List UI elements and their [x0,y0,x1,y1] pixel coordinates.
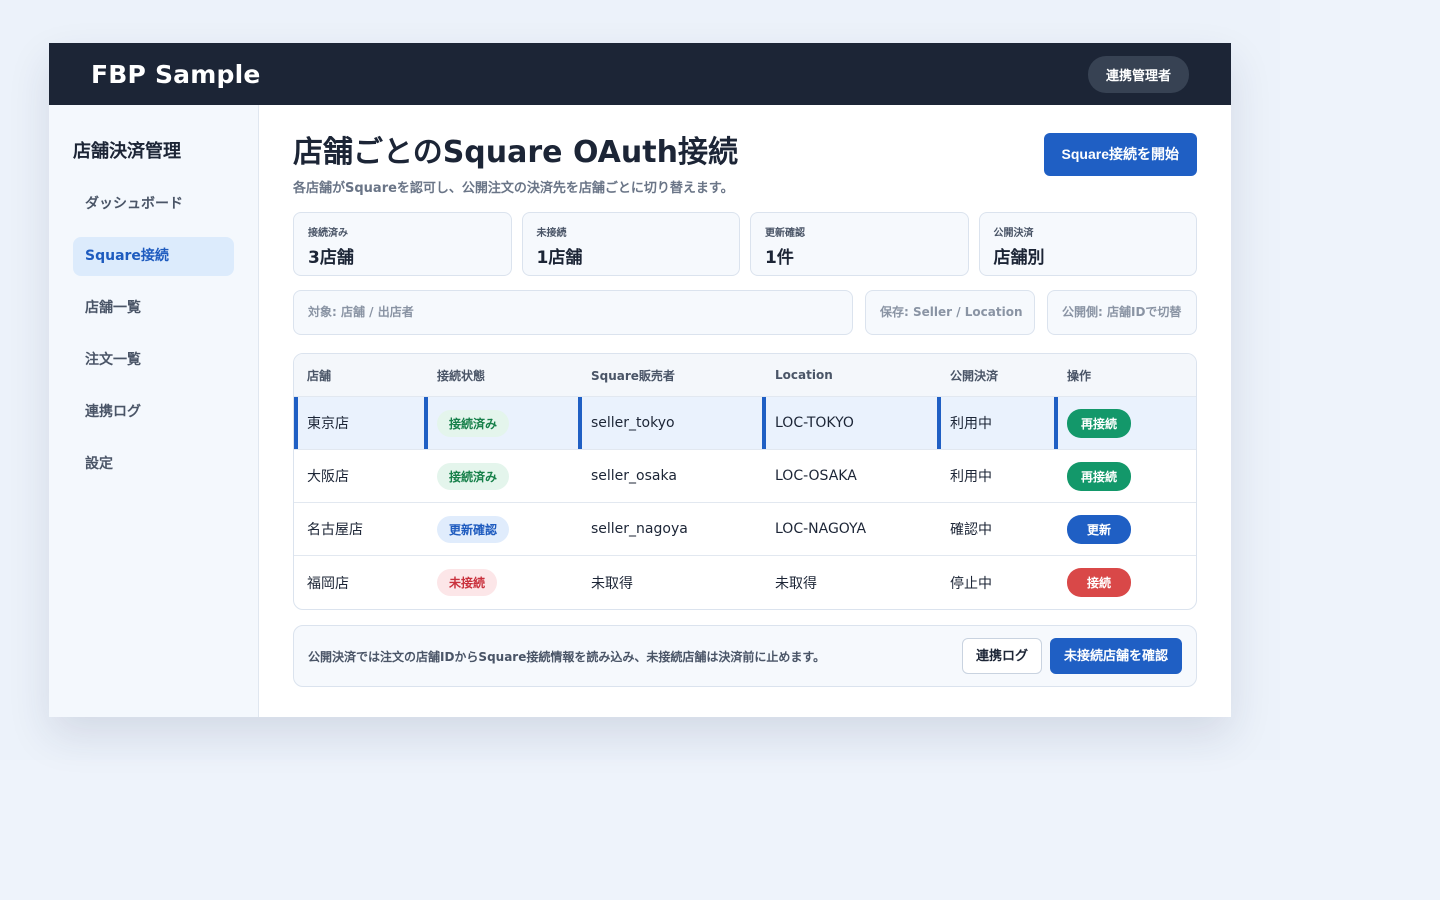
sidebar-title: 店舗決済管理 [73,141,181,162]
stat-value: 3店舗 [308,248,354,268]
top-bar: FBP Sample 連携管理者 [49,43,1231,105]
sidebar-item-store-list[interactable]: 店舗一覧 [73,289,234,328]
seller-cell: seller_tokyo [578,397,762,449]
main-content: 店舗ごとのSquare OAuth接続 各店舗がSquareを認可し、公開注文の… [259,105,1231,717]
sidebar-item-order-list[interactable]: 注文一覧 [73,341,234,380]
location-cell: LOC-TOKYO [762,397,937,449]
integration-log-button[interactable]: 連携ログ [961,638,1042,674]
location-cell: LOC-NAGOYA [775,521,867,537]
connection-table: 店舗 接続状態 Square販売者 Location 公開決済 操作 東京店 接… [293,353,1197,610]
seller-cell: seller_osaka [591,468,677,484]
seller-cell: seller_nagoya [591,521,688,537]
public-side-filter-field[interactable]: 公開側: 店舗IDで切替 [1047,290,1197,335]
status-badge: 更新確認 [437,515,510,543]
location-cell: LOC-OSAKA [775,468,857,484]
location-cell: 未取得 [775,575,817,592]
stat-value: 1件 [765,248,794,268]
reconnect-button[interactable]: 再接続 [1067,408,1131,438]
table-row[interactable]: 東京店 接続済み seller_tokyo LOC-TOKYO 利用中 再接続 [294,397,1196,450]
sidebar-item-dashboard[interactable]: ダッシュボード [73,185,234,224]
column-header-store: 店舗 [307,368,332,383]
seller-cell: 未取得 [591,575,633,592]
payment-cell: 確認中 [950,522,992,538]
payment-cell: 利用中 [950,469,992,485]
footer-bar: 公開決済では注文の店舗IDからSquare接続情報を読み込み、未接続店舗は決済前… [293,625,1197,687]
table-row[interactable]: 福岡店 未接続 未取得 未取得 停止中 接続 [294,556,1196,609]
stat-value: 店舗別 [993,248,1045,268]
payment-cell: 停止中 [950,575,992,592]
column-header-action: 操作 [1067,368,1092,383]
filter-row: 対象: 店舗 / 出店者 保存: Seller / Location 公開側: … [293,290,1197,335]
stat-label: 公開決済 [993,228,1034,239]
sidebar-item-square-connection[interactable]: Square接続 [73,237,234,276]
column-header-location: Location [775,368,833,382]
column-header-payment: 公開決済 [950,368,999,383]
reconnect-button[interactable]: 再接続 [1067,461,1131,491]
update-button[interactable]: 更新 [1067,514,1131,544]
check-unconnected-stores-button[interactable]: 未接続店舗を確認 [1049,638,1182,674]
payment-cell: 利用中 [937,397,1054,449]
role-badge[interactable]: 連携管理者 [1087,55,1189,93]
stat-label: 接続済み [308,228,348,239]
column-header-seller: Square販売者 [591,368,675,383]
column-header-status: 接続状態 [437,368,486,383]
sidebar-item-settings[interactable]: 設定 [73,445,234,484]
stat-label: 更新確認 [765,228,805,239]
page-subtitle: 各店舗がSquareを認可し、公開注文の決済先を店舗ごとに切り替えます。 [293,181,734,196]
status-badge: 接続済み [437,462,510,490]
status-badge: 未接続 [437,569,498,596]
stat-value: 1店舗 [536,248,583,268]
store-cell: 福岡店 [307,575,349,592]
stat-card-renewal-check: 更新確認 1件 [750,212,969,276]
target-filter-field[interactable]: 対象: 店舗 / 出店者 [293,290,853,335]
storage-filter-field[interactable]: 保存: Seller / Location [865,290,1035,335]
status-badge: 接続済み [437,409,510,437]
store-cell: 名古屋店 [307,522,363,538]
stats-row: 接続済み 3店舗 未接続 1店舗 更新確認 1件 公開決済 店舗別 [293,212,1197,276]
sidebar: 店舗決済管理 ダッシュボード Square接続 店舗一覧 注文一覧 連携ログ 設… [49,105,259,717]
connect-button[interactable]: 接続 [1067,568,1131,597]
start-square-connection-button[interactable]: Square接続を開始 [1043,133,1197,176]
stat-card-public-payment: 公開決済 店舗別 [978,212,1197,276]
store-cell: 大阪店 [307,469,349,485]
sidebar-item-integration-log[interactable]: 連携ログ [73,393,234,432]
store-cell: 東京店 [294,397,424,449]
stat-card-unconnected: 未接続 1店舗 [521,212,740,276]
page-title: 店舗ごとのSquare OAuth接続 [293,135,738,170]
table-row[interactable]: 大阪店 接続済み seller_osaka LOC-OSAKA 利用中 再接続 [294,450,1196,503]
table-row[interactable]: 名古屋店 更新確認 seller_nagoya LOC-NAGOYA 確認中 更… [294,503,1196,556]
table-header: 店舗 接続状態 Square販売者 Location 公開決済 操作 [294,354,1196,397]
app-window: FBP Sample 連携管理者 店舗決済管理 ダッシュボード Square接続… [49,43,1231,717]
brand-logo: FBP Sample [91,59,261,89]
stat-card-connected: 接続済み 3店舗 [293,212,512,276]
footer-note: 公開決済では注文の店舗IDからSquare接続情報を読み込み、未接続店舗は決済前… [308,649,826,664]
stat-label: 未接続 [536,228,567,239]
